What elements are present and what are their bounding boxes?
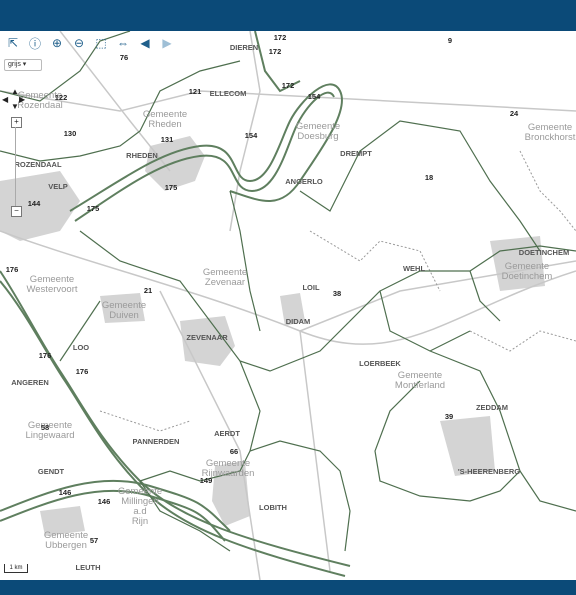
town-label: GENDT bbox=[37, 467, 65, 476]
route-number: 38 bbox=[332, 289, 342, 298]
town-label: LOBITH bbox=[259, 503, 287, 512]
town-label: 'S-HEERENBERG bbox=[457, 467, 521, 476]
route-number: 172 bbox=[273, 33, 287, 42]
town-label: ANGEREN bbox=[11, 378, 49, 387]
route-number: 154 bbox=[307, 92, 321, 101]
route-number: 176 bbox=[38, 351, 52, 360]
route-number: 172 bbox=[268, 47, 282, 56]
town-label: WEHL bbox=[402, 264, 426, 273]
pan-left-icon[interactable]: ◀ bbox=[2, 95, 8, 104]
gemeente-label-doesburg: Gemeente Doesburg bbox=[295, 121, 341, 142]
footer-bar bbox=[0, 580, 576, 595]
town-label: DIEREN bbox=[229, 43, 259, 52]
zoom-in-button[interactable]: + bbox=[11, 117, 22, 128]
select-arrow-icon[interactable]: ⇱ bbox=[4, 35, 22, 51]
pan-up-icon[interactable]: ▲ bbox=[11, 87, 19, 96]
map-canvas bbox=[0, 31, 576, 580]
gemeente-label-lingewaard: Gemeente Lingewaard bbox=[25, 420, 75, 441]
route-number: 130 bbox=[63, 129, 77, 138]
map-toolbar: ⇱ ⓘ ⊕ ⊖ ⬚ ⇔ ◀ ▶ bbox=[4, 35, 176, 51]
route-number: 146 bbox=[58, 488, 72, 497]
gemeente-label-zevenaar: Gemeente Zevenaar bbox=[202, 267, 248, 288]
town-label: LOIL bbox=[302, 283, 320, 292]
header-bar bbox=[0, 0, 576, 31]
town-label: ZEDDAM bbox=[475, 403, 509, 412]
route-number: 176 bbox=[5, 265, 19, 274]
town-label: DIDAM bbox=[285, 317, 311, 326]
town-label: PANNERDEN bbox=[132, 437, 180, 446]
town-label: VELP bbox=[48, 182, 68, 191]
route-number: 76 bbox=[119, 53, 129, 62]
town-label: RHEDEN bbox=[126, 151, 158, 160]
route-number: 144 bbox=[27, 199, 41, 208]
route-number: 57 bbox=[89, 536, 99, 545]
urban-areas bbox=[0, 136, 545, 536]
town-label: DOETINCHEM bbox=[518, 248, 570, 257]
route-number: 146 bbox=[97, 497, 111, 506]
route-number: 176 bbox=[75, 367, 89, 376]
gemeente-label-duiven: Gemeente Duiven bbox=[101, 300, 147, 321]
town-label: ROZENDAAL bbox=[14, 160, 62, 169]
route-number: 172 bbox=[281, 81, 295, 90]
zoom-in-icon[interactable]: ⊕ bbox=[48, 35, 66, 51]
route-number: 175 bbox=[86, 204, 100, 213]
town-label: DREMPT bbox=[340, 149, 372, 158]
route-number: 58 bbox=[40, 423, 50, 432]
zoom-slider-track[interactable] bbox=[15, 127, 16, 207]
gemeente-label-montferland: Gemeente Montferland bbox=[394, 370, 446, 391]
route-number: 175 bbox=[164, 183, 178, 192]
town-label: ANGERLO bbox=[285, 177, 323, 186]
route-number: 131 bbox=[160, 135, 174, 144]
info-icon[interactable]: ⓘ bbox=[26, 35, 44, 51]
gemeente-label-rheden: Gemeente Rheden bbox=[142, 109, 188, 130]
map-view[interactable]: Gemeente Zevenaar Gemeente Duiven Gemeente… bbox=[0, 31, 576, 580]
route-number: 39 bbox=[444, 412, 454, 421]
zoom-out-icon[interactable]: ⊖ bbox=[70, 35, 88, 51]
town-label: AERDT bbox=[214, 429, 240, 438]
route-number: 9 bbox=[447, 36, 453, 45]
measure-icon[interactable]: ⇔ bbox=[114, 35, 132, 51]
gemeente-label-bronckhorst: Gemeente Bronckhorst bbox=[524, 122, 576, 143]
route-number: 21 bbox=[143, 286, 153, 295]
pan-right-icon[interactable]: ▶ bbox=[19, 95, 25, 104]
gemeente-label-doetinchem: Gemeente Doetinchem bbox=[501, 261, 553, 282]
pan-control[interactable]: ▲ ◀ ▶ ▼ bbox=[2, 87, 26, 111]
route-number: 122 bbox=[54, 93, 68, 102]
zoom-box-icon[interactable]: ⬚ bbox=[92, 35, 110, 51]
route-number: 154 bbox=[244, 131, 258, 140]
town-label: ELLECOM bbox=[209, 89, 247, 98]
town-label: ZEVENAAR bbox=[186, 333, 228, 342]
back-arrow-icon[interactable]: ◀ bbox=[136, 35, 154, 51]
scale-bar: 1 km bbox=[4, 564, 28, 573]
route-number: 66 bbox=[229, 447, 239, 456]
route-number: 18 bbox=[424, 173, 434, 182]
zoom-out-button[interactable]: − bbox=[11, 206, 22, 217]
gemeente-label-ubbergen: Gemeente Ubbergen bbox=[43, 530, 89, 551]
route-number: 24 bbox=[509, 109, 519, 118]
gemeente-label-westervoort: Gemeente Westervoort bbox=[26, 274, 78, 295]
route-number: 149 bbox=[199, 476, 213, 485]
layer-select[interactable]: grijs ▾ bbox=[4, 59, 42, 71]
town-label: LOO bbox=[72, 343, 90, 352]
route-number: 121 bbox=[188, 87, 202, 96]
town-label: LEUTH bbox=[75, 563, 101, 572]
forward-arrow-icon[interactable]: ▶ bbox=[158, 35, 176, 51]
town-label: LOERBEEK bbox=[359, 359, 401, 368]
gemeente-label-millingen: Gemeente Millingen a.d Rijn bbox=[117, 486, 163, 527]
pan-down-icon[interactable]: ▼ bbox=[11, 102, 19, 111]
